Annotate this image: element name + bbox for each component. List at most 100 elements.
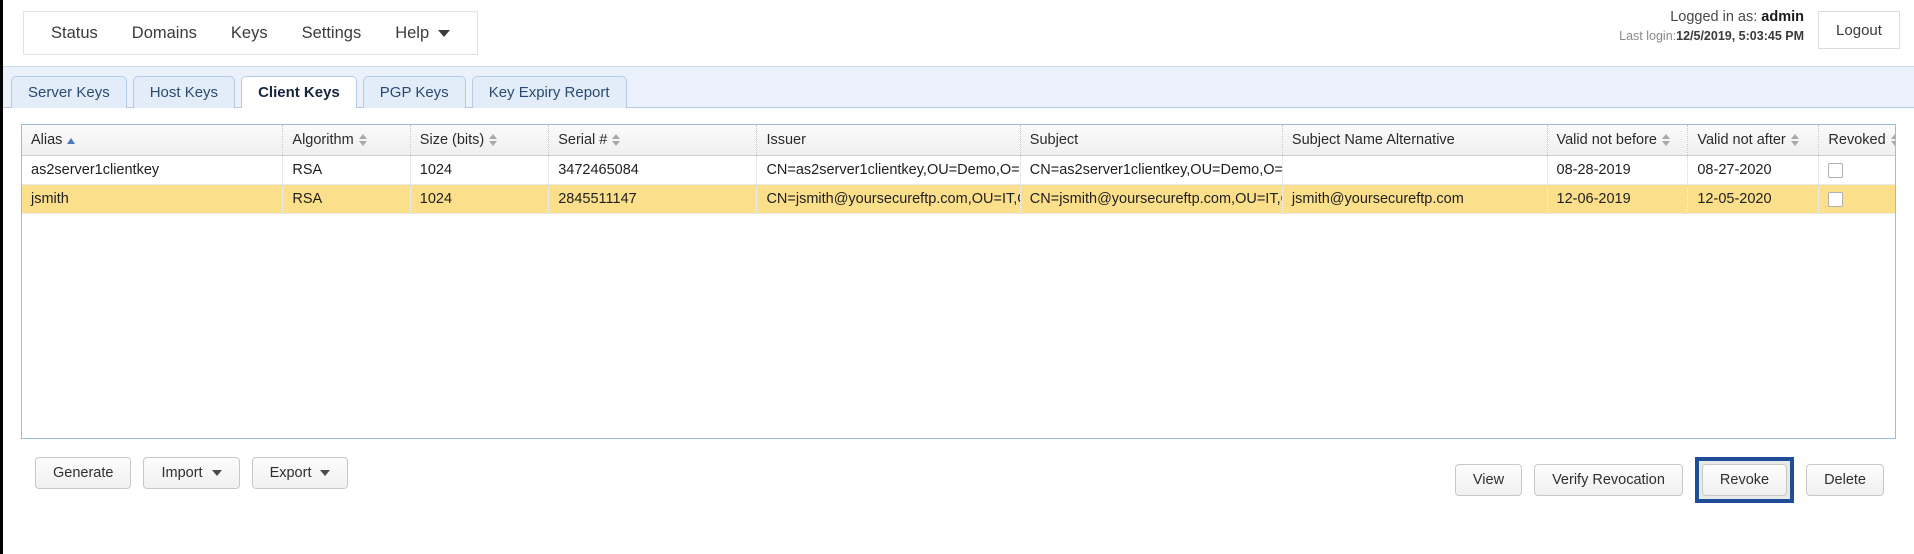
tab-server-keys[interactable]: Server Keys [11,76,127,108]
tab-client-keys[interactable]: Client Keys [241,76,357,108]
column-header-label: Revoked [1828,132,1886,148]
logged-in-as-label: Logged in as: [1670,9,1758,25]
empty-cell [757,270,1020,298]
import-button[interactable]: Import [143,457,240,489]
generate-button[interactable]: Generate [35,457,132,489]
cell-issuer: CN=as2server1clientkey,OU=Demo,O=JS [756,155,1021,185]
empty-cell [22,214,283,243]
tab-label: PGP Keys [379,84,449,101]
sort-ascending-icon[interactable] [67,137,76,145]
application-window: Status Domains Keys Settings Help Logged in … [0,0,1914,554]
logged-in-as-line: Logged in as: admin [1619,8,1804,28]
export-button[interactable]: Export [251,457,349,489]
cell-issuer: CN=jsmith@yoursecureftp.com,OU=IT,O= [756,184,1021,214]
cell-valid-not-after: 08-27-2020 [1687,155,1820,185]
empty-cell [283,382,410,410]
empty-cell [1020,382,1282,410]
empty-row [22,214,1895,243]
action-button-bar: Generate Import Export View Verify Revocati… [21,457,1896,503]
empty-cell [283,242,410,270]
top-bar: Status Domains Keys Settings Help Logged in … [3,0,1914,66]
cell-subject: CN=jsmith@yoursecureftp.com,OU=IT,O= [1020,184,1283,214]
empty-cell [1282,214,1547,243]
right-action-group: View Verify Revocation Revoke Delete [1454,457,1884,503]
menu-item-label: Keys [230,23,268,42]
column-header-algorithm[interactable]: Algorithm [282,125,411,156]
cell-serial: 3472465084 [548,155,758,185]
menu-item-label: Status [51,23,98,42]
view-button[interactable]: View [1454,464,1523,496]
empty-cell [1020,410,1282,438]
column-header-label: Size (bits) [419,132,485,148]
column-header-valid-not-after[interactable]: Valid not after [1687,125,1820,156]
table-row[interactable]: as2server1clientkey RSA 1024 3472465084 CN=a… [22,155,1895,185]
empty-cell [549,326,757,354]
empty-cell [410,214,548,243]
empty-cell [1819,382,1895,410]
empty-cell [549,410,757,438]
empty-cell [283,298,410,326]
table-head: Alias Algorithm Size (bits) Serial # Issuer S… [22,125,1895,156]
empty-cell [1282,354,1547,382]
sort-toggle-icon[interactable] [1662,134,1671,147]
sort-toggle-icon[interactable] [612,134,621,147]
column-header-subject-name-alternative[interactable]: Subject Name Alternative [1282,125,1548,156]
empty-cell [1688,410,1819,438]
menu-item-keys[interactable]: Keys [214,18,285,49]
button-label: Import [161,465,203,481]
chevron-down-icon [211,470,222,476]
client-keys-table: Alias Algorithm Size (bits) Serial # Issuer S… [22,125,1895,438]
empty-cell [757,326,1020,354]
empty-cell [549,382,757,410]
sort-toggle-icon[interactable] [1890,134,1895,147]
client-keys-grid: Alias Algorithm Size (bits) Serial # Issuer S… [21,124,1896,439]
empty-cell [757,410,1020,438]
tab-host-keys[interactable]: Host Keys [132,76,236,108]
column-header-valid-not-before[interactable]: Valid not before [1547,125,1689,156]
empty-cell [22,410,283,438]
empty-cell [1547,214,1688,243]
empty-cell [1688,298,1819,326]
empty-cell [1819,354,1895,382]
empty-cell [1282,326,1547,354]
revoked-checkbox[interactable] [1828,191,1844,207]
column-header-serial[interactable]: Serial # [548,125,758,156]
sort-toggle-icon[interactable] [1790,134,1800,147]
revoked-checkbox[interactable] [1828,162,1844,178]
menu-item-settings[interactable]: Settings [285,18,379,49]
menu-item-label: Help [395,23,430,42]
empty-cell [410,298,548,326]
menu-item-label: Domains [131,23,197,42]
column-header-issuer[interactable]: Issuer [756,125,1021,156]
empty-cell [1547,326,1688,354]
logout-button[interactable]: Logout [1818,11,1900,49]
sort-toggle-icon[interactable] [489,134,498,147]
column-header-subject[interactable]: Subject [1020,125,1283,156]
tab-strip: Server Keys Host Keys Client Keys PGP Keys K… [3,66,1914,108]
empty-cell [1020,298,1282,326]
column-header-revoked[interactable]: Revoked [1818,125,1895,156]
revoke-button[interactable]: Revoke [1701,464,1788,496]
verify-revocation-button[interactable]: Verify Revocation [1534,464,1683,496]
empty-cell [1547,382,1688,410]
menu-item-domains[interactable]: Domains [115,18,214,49]
cell-valid-not-before: 12-06-2019 [1547,184,1689,214]
empty-cell [22,382,283,410]
button-label: Generate [53,465,114,481]
focus-ring: Revoke [1694,457,1795,503]
delete-button[interactable]: Delete [1806,464,1884,496]
menu-item-status[interactable]: Status [34,18,115,49]
menu-item-help[interactable]: Help [378,18,467,49]
column-header-size-bits[interactable]: Size (bits) [410,125,550,156]
sort-toggle-icon[interactable] [358,134,368,147]
empty-cell [1282,298,1547,326]
column-header-alias[interactable]: Alias [22,125,284,156]
cell-serial: 2845511147 [548,184,758,214]
table-row[interactable]: jsmith RSA 1024 2845511147 CN=jsmith@yoursec… [22,184,1895,214]
empty-cell [1020,214,1282,243]
empty-cell [1819,270,1895,298]
tab-pgp-keys[interactable]: PGP Keys [362,76,466,108]
tab-key-expiry-report[interactable]: Key Expiry Report [471,76,627,108]
empty-cell [1282,270,1547,298]
cell-san [1282,155,1548,185]
